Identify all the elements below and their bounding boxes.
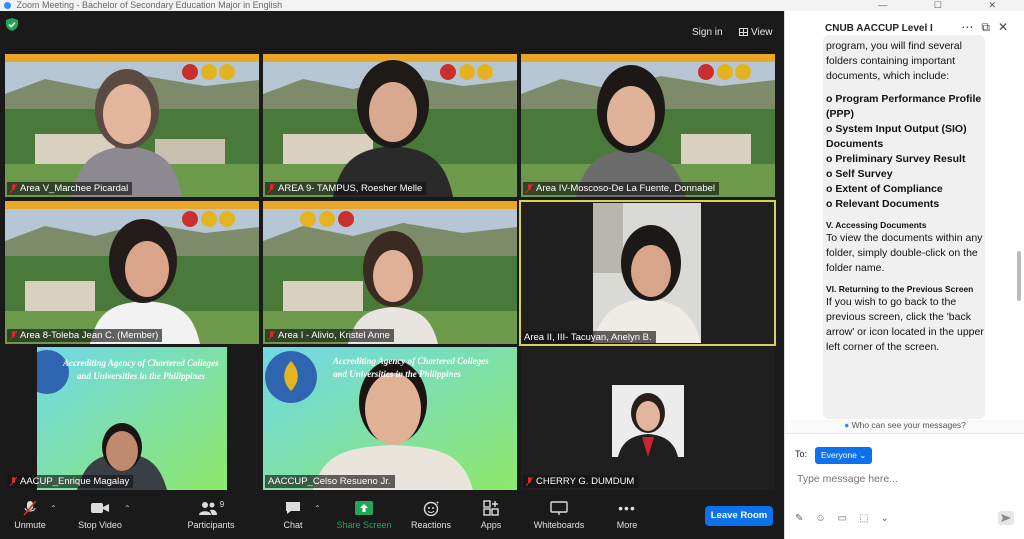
format-icon[interactable]: ✎ xyxy=(795,513,815,524)
video-camera-icon xyxy=(91,503,109,513)
participant-video xyxy=(333,60,453,197)
chevron-up-icon[interactable]: ⌃ xyxy=(124,504,131,513)
video-tile[interactable]: Area 8-Toleba Jean C. (Member) xyxy=(5,201,259,344)
emoji-icon[interactable]: ☺ xyxy=(815,513,837,524)
grid-icon xyxy=(739,28,748,36)
video-tile[interactable]: Accrediting Agency of Chartered Colleges… xyxy=(263,347,517,490)
recipient-dropdown[interactable]: Everyone ⌄ xyxy=(815,447,873,464)
participant-video xyxy=(348,231,438,344)
participant-nameplate: Area V_Marchee Picardal xyxy=(7,182,133,195)
participant-video xyxy=(576,65,686,197)
participant-nameplate: Area IV-Moscoso-De La Fuente, Donnabel xyxy=(523,182,720,195)
active-speaker-tile[interactable]: Area II, III- Tacuyan, Anelyn B. xyxy=(519,200,776,346)
file-icon[interactable]: ▭ xyxy=(838,513,859,524)
window-title: Zoom Meeting - Bachelor of Secondary Edu… xyxy=(16,0,283,10)
screenshot-icon[interactable]: ⬚ xyxy=(859,513,880,524)
chevron-up-icon[interactable]: ⌃ xyxy=(314,504,321,513)
muted-mic-icon xyxy=(526,184,533,193)
chat-message: program, you will find several folders c… xyxy=(823,35,985,419)
muted-mic-icon xyxy=(10,477,17,486)
chat-panel: CNUB AACCUP Level I ⋯⧉✕ program, you wil… xyxy=(784,11,1024,539)
chat-icon xyxy=(286,502,300,514)
participant-nameplate: AACUP_Enrique Magalay xyxy=(7,475,134,488)
video-tile[interactable]: CHERRY G. DUMDUM xyxy=(521,347,775,490)
participant-nameplate: Area 8-Toleba Jean C. (Member) xyxy=(7,329,163,342)
participant-nameplate: CHERRY G. DUMDUM xyxy=(523,475,639,488)
who-can-see-link[interactable]: ● Who can see your messages? xyxy=(785,420,1024,434)
whiteboards-button[interactable]: Whiteboards xyxy=(524,500,594,530)
slide-title: Accrediting Agency of Chartered Colleges… xyxy=(63,358,219,381)
participants-button[interactable]: 9 Participants xyxy=(176,500,246,530)
share-screen-button[interactable]: Share Screen xyxy=(329,500,399,530)
zoom-logo-icon xyxy=(4,2,11,10)
chevron-up-icon[interactable]: ⌃ xyxy=(50,504,57,513)
participants-icon xyxy=(198,502,217,515)
view-button[interactable]: View xyxy=(739,27,773,38)
leave-room-button[interactable]: Leave Room xyxy=(705,506,773,526)
video-tile[interactable]: Area IV-Moscoso-De La Fuente, Donnabel xyxy=(521,54,775,197)
smiley-icon: + xyxy=(423,500,439,516)
chevron-down-icon: ⌄ xyxy=(859,450,867,460)
participant-nameplate: Area I - Alivio, Kristel Anne xyxy=(265,329,394,342)
pop-out-icon[interactable]: ⧉ xyxy=(981,20,998,34)
participant-video xyxy=(90,219,200,344)
chat-title: CNUB AACCUP Level I xyxy=(825,23,933,34)
muted-mic-icon xyxy=(526,477,533,486)
apps-icon xyxy=(483,500,499,516)
chevron-down-icon[interactable]: ⌄ xyxy=(881,513,901,524)
window-title-bar: Zoom Meeting - Bachelor of Secondary Edu… xyxy=(0,0,1024,11)
participant-nameplate: Area II, III- Tacuyan, Anelyn B. xyxy=(521,331,656,344)
muted-mic-icon xyxy=(10,331,17,340)
more-icon: ••• xyxy=(618,500,636,516)
more-options-icon[interactable]: ⋯ xyxy=(961,20,981,34)
close-icon[interactable]: ✕ xyxy=(998,20,1016,34)
more-button[interactable]: ••• More xyxy=(592,500,662,530)
muted-mic-icon xyxy=(268,184,275,193)
chat-message-input[interactable] xyxy=(797,473,1007,485)
video-tile[interactable]: Accrediting Agency of Chartered Colleges… xyxy=(5,347,259,490)
send-icon xyxy=(1001,514,1011,522)
share-screen-icon xyxy=(355,501,373,515)
send-button[interactable] xyxy=(998,511,1014,525)
chat-toolbar: ✎☺▭⬚⌄ xyxy=(795,513,901,524)
people-icon: ● xyxy=(844,420,850,430)
chat-panel-controls: ⋯⧉✕ xyxy=(961,20,1016,35)
svg-text:+: + xyxy=(435,500,439,507)
slide-title: Accrediting Agency of Chartered Colleges… xyxy=(333,356,489,379)
muted-mic-icon xyxy=(268,331,275,340)
chat-scrollbar[interactable] xyxy=(1017,251,1021,301)
participant-video xyxy=(72,69,182,197)
muted-mic-icon xyxy=(10,184,17,193)
video-tile[interactable]: Area I - Alivio, Kristel Anne xyxy=(263,201,517,344)
window-controls[interactable]: — ☐ ✕ xyxy=(878,0,1018,11)
whiteboard-icon xyxy=(550,501,568,515)
video-tile[interactable]: Area V_Marchee Picardal xyxy=(5,54,259,197)
participant-photo xyxy=(612,385,684,457)
meeting-controls-bar: Unmute ⌃ Stop Video ⌃ 9 Participants Cha… xyxy=(0,494,784,539)
shield-icon[interactable] xyxy=(6,18,18,31)
sign-in-button[interactable]: Sign in xyxy=(692,27,723,38)
apps-button[interactable]: Apps xyxy=(456,500,526,530)
video-tile[interactable]: AREA 9- TAMPUS, Roesher Melle xyxy=(263,54,517,197)
participant-nameplate: AREA 9- TAMPUS, Roesher Melle xyxy=(265,182,427,195)
participant-video xyxy=(593,203,701,343)
participant-nameplate: AACCUP_Celso Resueno Jr. xyxy=(265,475,395,488)
to-label: To: xyxy=(795,449,808,459)
muted-mic-icon xyxy=(23,500,37,516)
